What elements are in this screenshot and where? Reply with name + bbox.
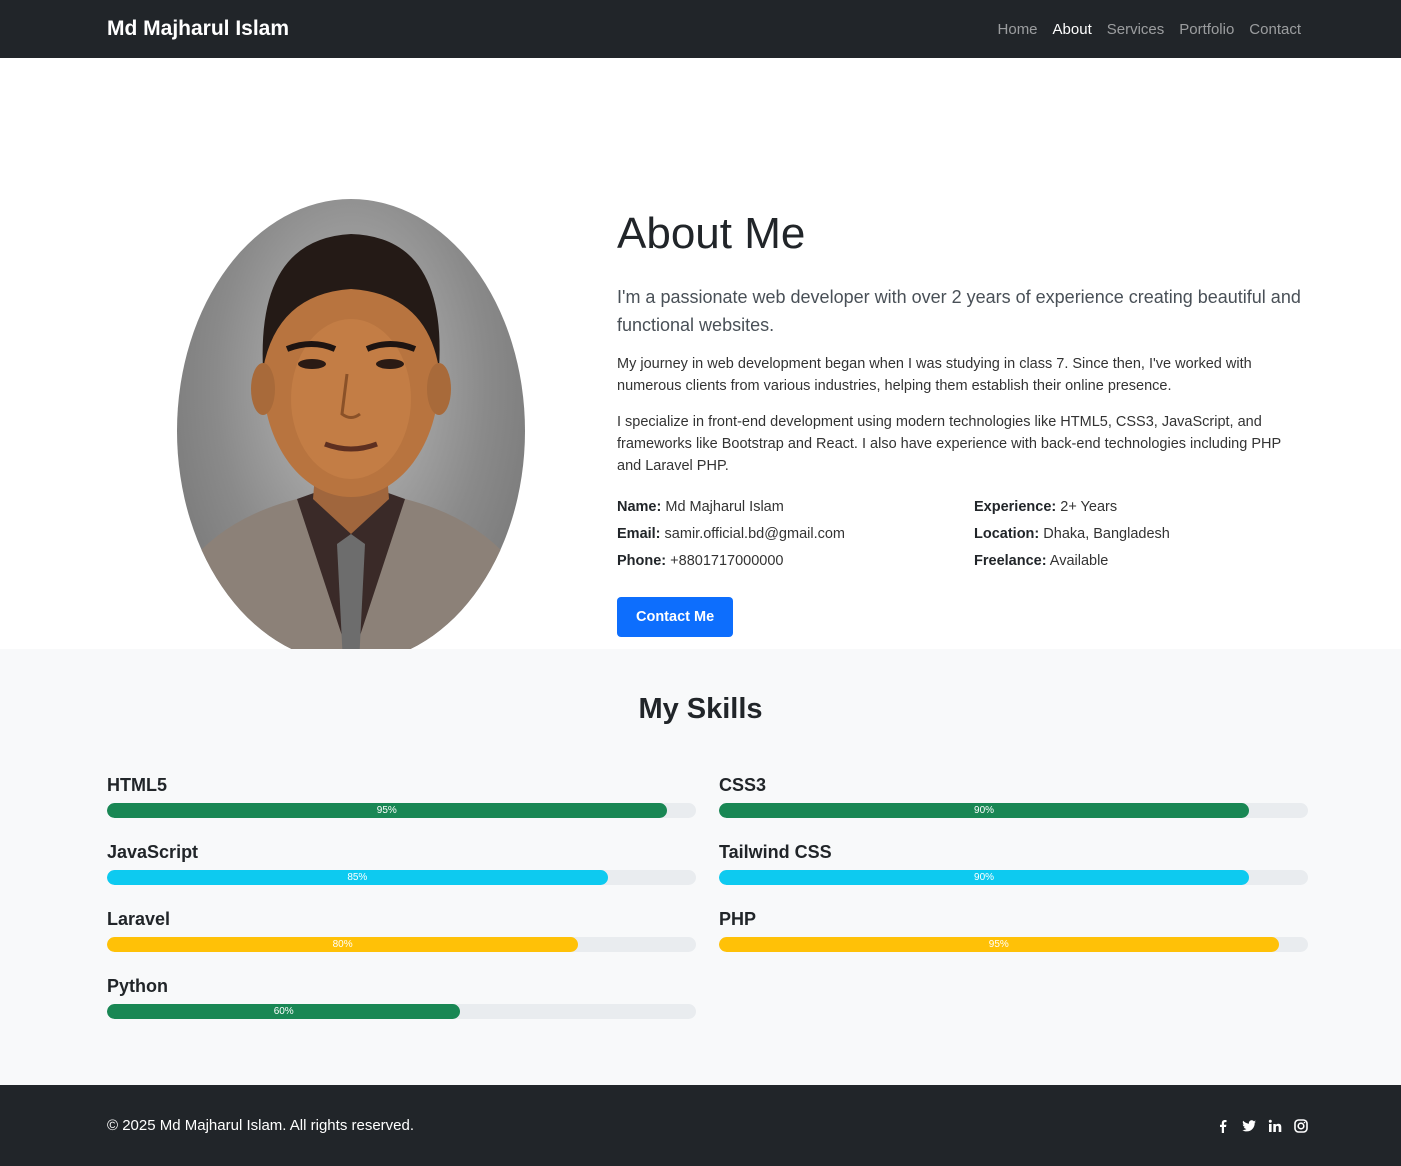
progress-bar: 60% [107,1004,461,1019]
social-links [1216,1118,1308,1134]
progress-bar: 80% [107,937,579,952]
about-section: About Me I'm a passionate web developer … [0,58,1401,663]
info-name: Name: Md Majharul Islam [617,498,784,515]
copyright-text: © 2025 Md Majharul Islam. All rights res… [107,1117,415,1134]
progress-bar: 85% [107,870,608,885]
skills-title: My Skills [638,693,763,725]
navbar: Md Majharul Islam Home About Services Po… [0,0,1401,58]
profile-photo [177,199,525,663]
progress-bar: 95% [107,803,667,818]
skill-javascript: JavaScript 85% [107,842,696,885]
skill-name: HTML5 [107,775,167,795]
nav-about[interactable]: About [1053,21,1092,38]
about-title: About Me [617,209,806,258]
nav-portfolio[interactable]: Portfolio [1179,21,1234,38]
skill-laravel: Laravel 80% [107,909,696,952]
progress-track: 60% [107,1004,696,1019]
progress-track: 90% [719,803,1308,818]
progress-track: 80% [107,937,696,952]
skill-name: PHP [719,909,757,929]
skills-section: My Skills HTML5 95% CSS3 90% JavaScript … [0,649,1401,1085]
nav-links: Home About Services Portfolio Contact [998,21,1301,38]
skill-name: Python [107,976,168,996]
progress-track: 85% [107,870,696,885]
nav-contact[interactable]: Contact [1249,21,1301,38]
progress-track: 95% [107,803,696,818]
personal-info: Name: Md Majharul Islam Experience: 2+ Y… [617,499,1301,569]
brand-logo[interactable]: Md Majharul Islam [107,17,289,41]
progress-bar: 90% [719,803,1250,818]
info-freelance: Freelance: Available [974,552,1109,569]
info-experience: Experience: 2+ Years [974,498,1118,515]
progress-track: 90% [719,870,1308,885]
skill-tailwind-css: Tailwind CSS 90% [719,842,1308,885]
skill-css3: CSS3 90% [719,775,1308,818]
skill-name: JavaScript [107,842,199,862]
about-lead: I'm a passionate web developer with over… [617,286,1301,335]
twitter-icon[interactable] [1242,1118,1256,1134]
about-paragraph: My journey in web development began when… [617,355,1252,394]
skill-php: PHP 95% [719,909,1308,952]
skill-name: Tailwind CSS [719,842,832,862]
about-content: About Me I'm a passionate web developer … [617,208,1301,637]
info-email: Email: samir.official.bd@gmail.com [617,525,846,542]
footer: © 2025 Md Majharul Islam. All rights res… [0,1085,1401,1166]
linkedin-icon[interactable] [1268,1118,1282,1134]
facebook-icon[interactable] [1216,1118,1230,1134]
info-phone: Phone: +8801717000000 [617,552,784,569]
skill-name: Laravel [107,909,171,929]
info-location: Location: Dhaka, Bangladesh [974,525,1170,542]
progress-bar: 90% [719,870,1250,885]
instagram-icon[interactable] [1294,1118,1308,1134]
skill-html5: HTML5 95% [107,775,696,818]
skill-name: CSS3 [719,775,767,795]
about-paragraph: I specialize in front-end development us… [617,413,1281,474]
nav-home[interactable]: Home [998,21,1038,38]
progress-bar: 95% [719,937,1279,952]
progress-track: 95% [719,937,1308,952]
nav-services[interactable]: Services [1107,21,1165,38]
skill-python: Python 60% [107,976,696,1019]
contact-me-button[interactable]: Contact Me [617,596,734,637]
